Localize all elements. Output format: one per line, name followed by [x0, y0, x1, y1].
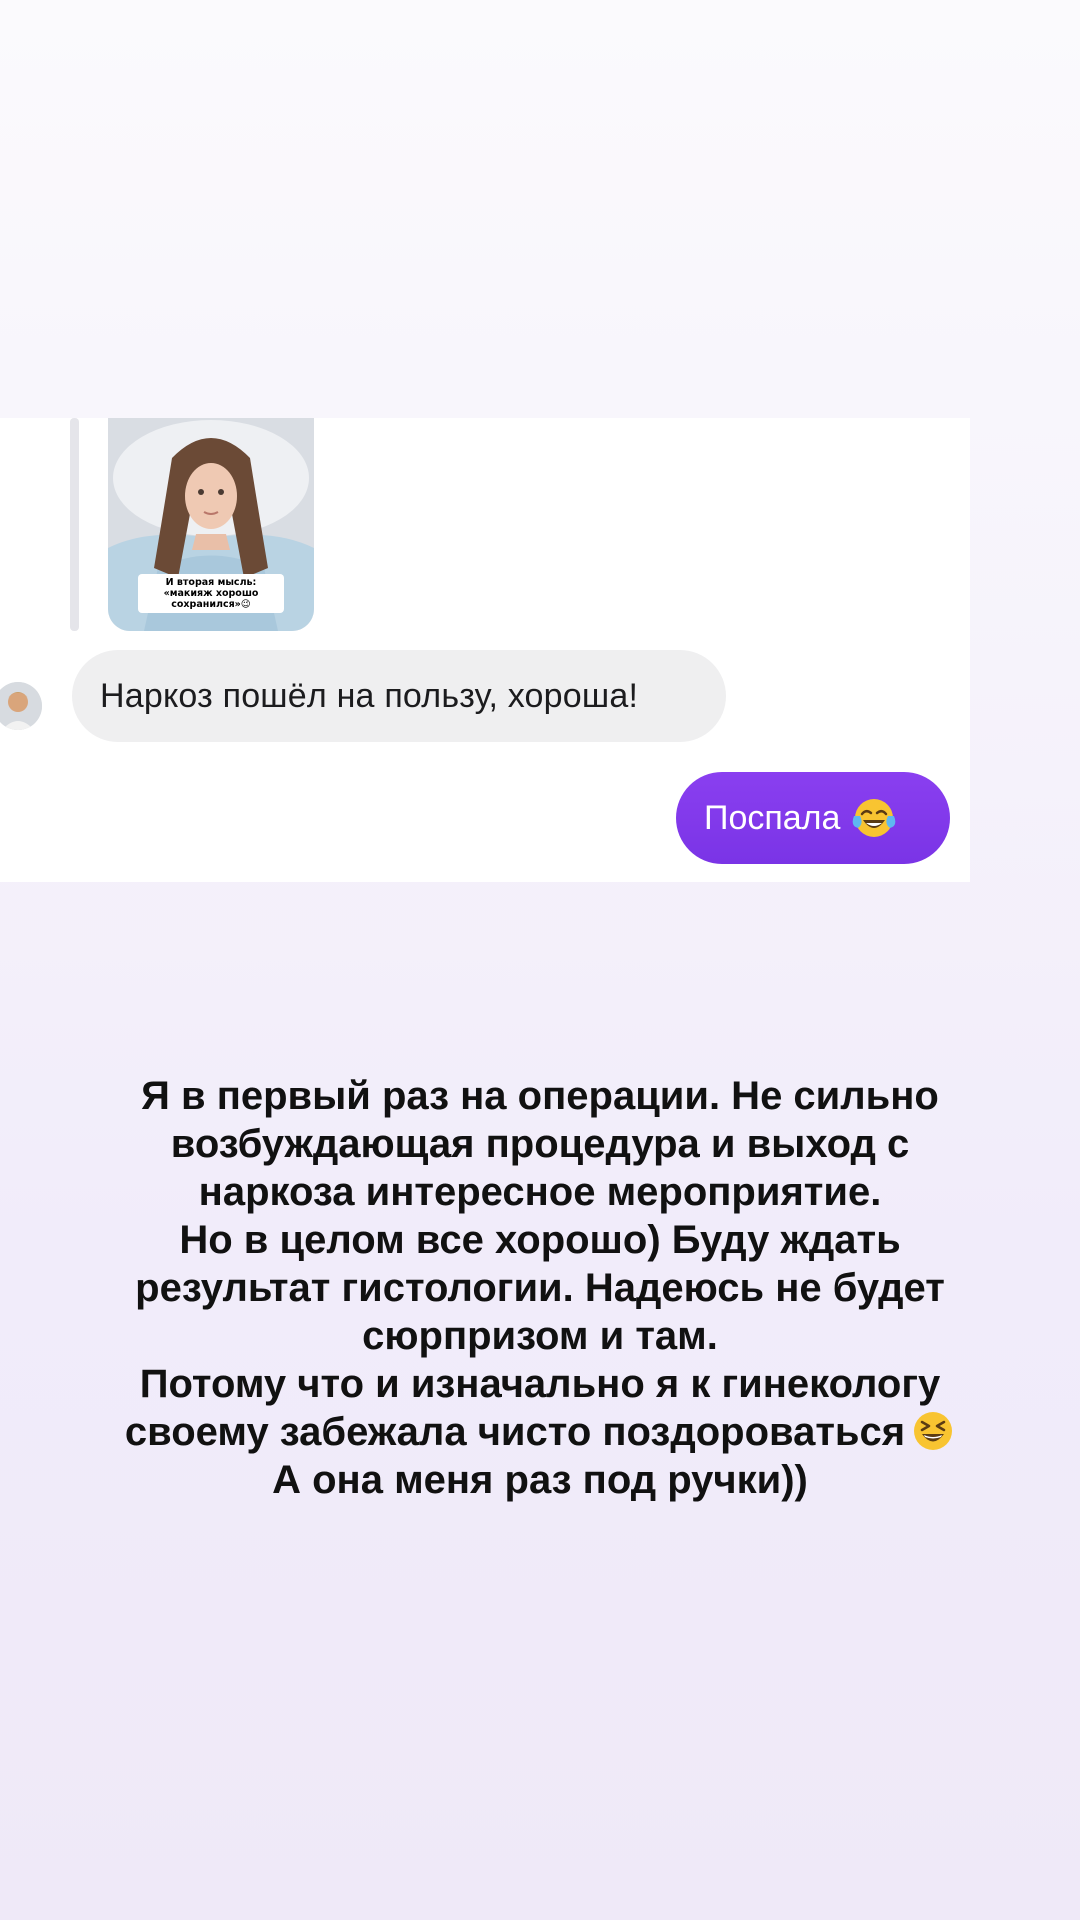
face-with-tears-of-joy-icon — [852, 796, 896, 840]
story-line: своему забежала чисто поздороваться — [124, 1410, 906, 1454]
reply-quote-bar — [70, 418, 79, 631]
story-line: А она меня раз под ручки)) — [272, 1458, 808, 1502]
outgoing-message-bubble[interactable]: Поспала — [676, 772, 950, 864]
story-line: Потому что и изначально я к гинекологу — [139, 1362, 941, 1406]
story-line-with-emoji: своему забежала чисто поздороваться — [40, 1408, 1040, 1456]
story-line: наркоза интересное мероприятие. — [198, 1170, 882, 1214]
photo-caption: И вторая мысль: «макияж хорошо сохранилс… — [138, 574, 284, 613]
replied-story-photo[interactable]: И вторая мысль: «макияж хорошо сохранилс… — [108, 418, 314, 631]
person-avatar-icon — [0, 682, 42, 730]
incoming-message-text: Наркоз пошёл на пользу, хороша! — [100, 676, 639, 715]
story-line: Но в целом все хорошо) Буду ждать — [179, 1218, 901, 1262]
grinning-squinting-face-icon — [911, 1409, 955, 1453]
outgoing-message-text: Поспала — [704, 798, 841, 837]
story-line: результат гистологии. Надеюсь не будет — [135, 1266, 945, 1310]
avatar[interactable] — [0, 682, 42, 730]
story-line: возбуждающая процедура и выход с — [170, 1122, 910, 1166]
chat-screenshot: И вторая мысль: «макияж хорошо сохранилс… — [0, 418, 970, 882]
incoming-message-bubble[interactable]: Наркоз пошёл на пользу, хороша! — [72, 650, 726, 742]
story-caption: Я в первый раз на операции. Не сильно во… — [40, 1072, 1040, 1504]
story-line: Я в первый раз на операции. Не сильно — [141, 1074, 939, 1118]
story-line: сюрпризом и там. — [362, 1314, 718, 1358]
